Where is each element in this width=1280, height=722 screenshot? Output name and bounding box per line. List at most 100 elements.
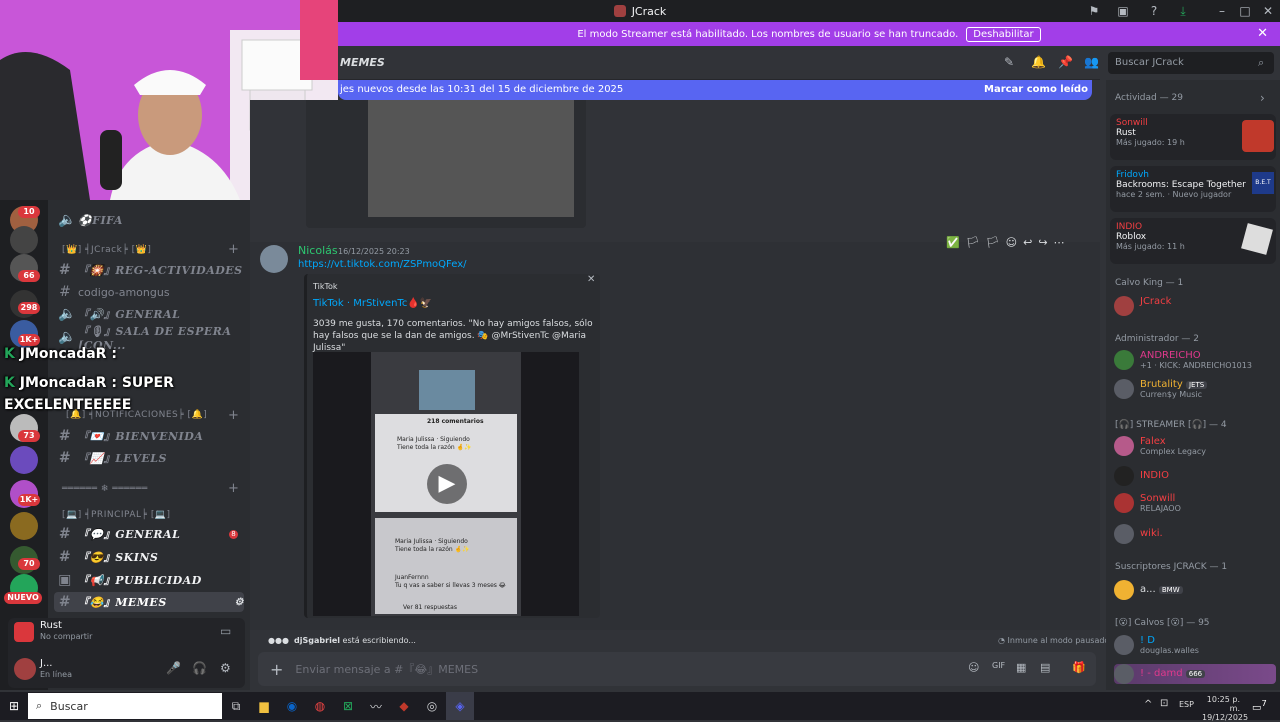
disable-streamer-button[interactable]: Deshabilitar xyxy=(966,26,1041,42)
network-icon[interactable]: ⊡ xyxy=(1160,698,1168,709)
notification-bell-icon[interactable]: 🔔 xyxy=(1031,55,1046,69)
reply-icon[interactable]: ↩ xyxy=(1023,236,1032,249)
play-icon[interactable]: ▶ xyxy=(427,464,467,504)
avatar xyxy=(1114,466,1134,486)
channel-settings-icon[interactable]: ⚙ xyxy=(235,597,244,608)
member-item[interactable]: ANDREICHO +1 · KICK: ANDREICHO1013 xyxy=(1114,350,1276,370)
task-view-icon[interactable]: ⧉ xyxy=(222,692,250,720)
discord-icon[interactable]: ◈ xyxy=(446,692,474,720)
add-channel-icon[interactable]: + xyxy=(228,481,239,496)
video-player[interactable]: 218 comentarios Maria Julissa · Siguiend… xyxy=(313,352,579,616)
obs-icon[interactable]: ◎ xyxy=(418,692,446,720)
message-timestamp: 16/12/2025 20:23 xyxy=(338,247,410,256)
member-item[interactable]: ! - damd 666 xyxy=(1114,664,1276,684)
add-attachment-icon[interactable]: + xyxy=(270,660,283,679)
close-banner-icon[interactable]: ✕ xyxy=(1257,26,1268,41)
outlook-icon[interactable]: ◉ xyxy=(278,692,306,720)
notifications-icon[interactable]: ▭7 xyxy=(1252,698,1267,713)
channel-item-skins[interactable]: # 『😎』SKINS xyxy=(58,547,246,567)
reaction-flag-icon[interactable]: 🏳 xyxy=(966,236,980,249)
member-item[interactable]: a... BMW xyxy=(1114,580,1276,600)
new-messages-bar[interactable]: jes nuevos desde las 10:31 del 15 de dic… xyxy=(338,80,1092,100)
previous-video-thumbnail[interactable] xyxy=(368,100,574,217)
user-panel: Rust No compartir ▭ J... En línea 🎤 🎧 ⚙ xyxy=(8,618,245,688)
channel-item-memes[interactable]: # 『😂』MEMES ⚙ xyxy=(54,592,244,612)
taskbar-search[interactable]: ⌕ Buscar xyxy=(28,693,222,719)
reaction-check-icon[interactable]: ✅ xyxy=(946,236,960,249)
channel-item-levels[interactable]: # 『📈』LEVELS xyxy=(58,448,246,468)
app-icon[interactable]: ◆ xyxy=(390,692,418,720)
channel-item-bienvenida[interactable]: # 『💌』BIENVENIDA xyxy=(58,426,246,446)
sticker-icon[interactable]: ▦ xyxy=(1016,661,1026,674)
member-item[interactable]: Sonwill RELAJAOO xyxy=(1114,493,1276,513)
channel-header: MEMES ✎ 🔔 📌 👥 xyxy=(338,46,1100,80)
search-input[interactable]: Buscar JCrack xyxy=(1108,52,1274,74)
maximize-icon[interactable]: □ xyxy=(1237,3,1253,19)
xbox-icon[interactable]: ⊠ xyxy=(334,692,362,720)
member-item[interactable]: ! Ddouglas.walles xyxy=(1114,635,1276,655)
tiktok-link[interactable]: https://vt.tiktok.com/ZSPmoQFex/ xyxy=(298,259,467,270)
gif-icon[interactable]: GIF xyxy=(992,661,1005,670)
category-principal[interactable]: [💻] ╡PRINCIPAL╞ [💻] xyxy=(62,510,171,520)
close-window-icon[interactable]: ✕ xyxy=(1260,3,1276,19)
add-channel-icon[interactable]: + xyxy=(228,242,239,257)
help-icon[interactable]: ? xyxy=(1146,3,1162,19)
category-divider[interactable]: ══════ ❄ ══════ xyxy=(62,484,148,494)
message-input[interactable]: Enviar mensaje a #『😂』MEMES xyxy=(295,661,478,677)
inbox-icon[interactable]: ⚑ xyxy=(1086,3,1102,19)
more-options-icon[interactable]: ⋯ xyxy=(1054,236,1065,249)
image-icon[interactable]: ▤ xyxy=(1040,661,1050,674)
message-author[interactable]: Nicolás xyxy=(298,244,338,257)
audio-app-icon[interactable]: 〰 xyxy=(362,692,390,720)
username[interactable]: J... xyxy=(40,658,53,669)
member-item[interactable]: Brutality JETS Curren$y Music xyxy=(1114,379,1276,399)
activity-card[interactable]: Fridovh Backrooms: Escape Together hace … xyxy=(1110,166,1276,212)
pin-icon[interactable]: 📌 xyxy=(1058,55,1073,69)
emoji-icon[interactable]: ☺ xyxy=(968,661,979,674)
chevron-right-icon[interactable]: › xyxy=(1260,91,1265,105)
mute-mic-icon[interactable]: 🎤 xyxy=(166,661,181,675)
channel-item-general-voice[interactable]: 🔈 『🔊』GENERAL xyxy=(58,304,246,324)
windows-start-icon[interactable]: ⊞ xyxy=(0,692,28,720)
activity-card[interactable]: INDIO Roblox Más jugado: 11 h xyxy=(1110,218,1276,264)
server-icon[interactable] xyxy=(10,446,38,474)
clock[interactable]: 10:25 p. m. 19/12/2025 xyxy=(1202,695,1248,722)
minimize-icon[interactable]: – xyxy=(1214,3,1230,19)
server-icon[interactable] xyxy=(10,226,38,254)
screen-share-icon[interactable]: ▭ xyxy=(220,624,231,638)
category-jcrack[interactable]: [👑] ╡JCrack╞ [👑] xyxy=(62,245,151,255)
deafen-icon[interactable]: 🎧 xyxy=(192,661,207,675)
tray-chevron-icon[interactable]: ^ xyxy=(1144,699,1152,710)
member-item[interactable]: Falex Complex Legacy xyxy=(1114,436,1276,456)
forward-icon[interactable]: ↪ xyxy=(1038,236,1047,249)
download-icon[interactable]: ⤓ xyxy=(1175,3,1191,19)
channel-item-codigo-amongus[interactable]: # codigo-amongus xyxy=(58,282,246,302)
gift-icon[interactable]: 🎁 xyxy=(1072,661,1086,674)
threads-icon[interactable]: ✎ xyxy=(1004,55,1014,69)
channel-item-sala-espera[interactable]: 🔈 『🎙』SALA DE ESPERA [CON... xyxy=(58,325,246,352)
channel-item-fifa[interactable]: 🔈 ⚽FIFA xyxy=(58,210,246,230)
dismiss-embed-icon[interactable]: ✕ xyxy=(587,274,595,285)
member-item[interactable]: JCrack xyxy=(1114,296,1276,316)
user-settings-gear-icon[interactable]: ⚙ xyxy=(220,661,231,675)
channel-item-general[interactable]: # 『💬』GENERAL xyxy=(58,524,246,544)
embed-title[interactable]: TikTok · MrStivenTc🩸🦅 xyxy=(313,298,432,309)
member-list-icon[interactable]: 👥 xyxy=(1084,55,1099,69)
language-indicator[interactable]: ESP xyxy=(1179,700,1194,709)
mention-badge: 73 xyxy=(18,430,40,442)
server-icon[interactable] xyxy=(10,512,38,540)
avatar[interactable] xyxy=(14,658,36,680)
member-item[interactable]: wiki. xyxy=(1114,524,1276,544)
mark-as-read-button[interactable]: Marcar como leído xyxy=(984,84,1088,95)
add-reaction-icon[interactable]: ☺ xyxy=(1006,236,1017,249)
reaction-flag-icon[interactable]: 🏳 xyxy=(986,236,1000,249)
channel-item-publicidad[interactable]: ▣ 『📢』PUBLICIDAD xyxy=(58,570,246,590)
file-explorer-icon[interactable]: ▆ xyxy=(250,692,278,720)
channel-item-reg-actividades[interactable]: # 『🎇』REG-ACTIVIDADES xyxy=(58,260,246,280)
member-item[interactable]: INDIO xyxy=(1114,466,1276,486)
activity-game: Backrooms: Escape Together xyxy=(1116,180,1246,190)
activity-card[interactable]: Sonwill Rust Más jugado: 19 h xyxy=(1110,114,1276,160)
avatar[interactable] xyxy=(260,245,288,273)
inbox-tray-icon[interactable]: ▣ xyxy=(1115,3,1131,19)
chrome-icon[interactable]: ◍ xyxy=(306,692,334,720)
